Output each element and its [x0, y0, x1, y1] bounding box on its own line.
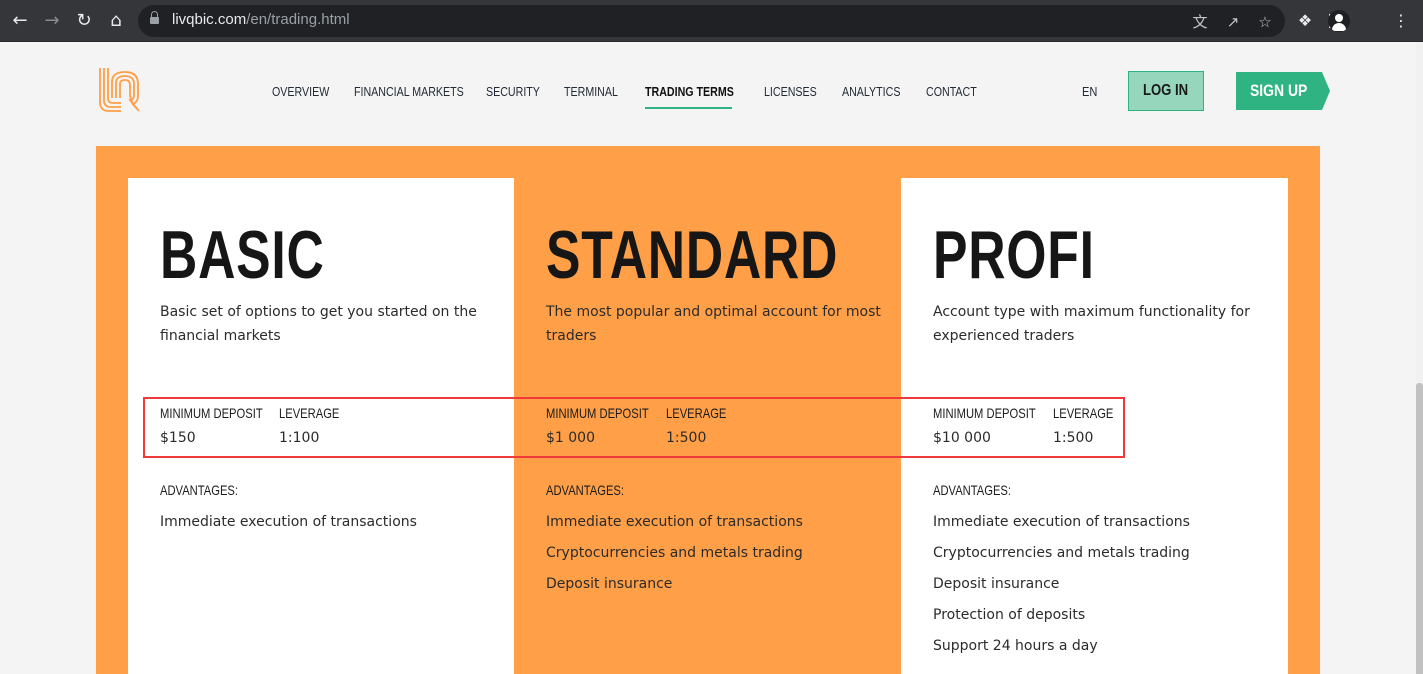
login-button[interactable]: LOG IN	[1128, 71, 1204, 111]
min-deposit-label: MINIMUM DEPOSIT	[160, 405, 263, 421]
plan-card-profi: PROFI Account type with maximum function…	[901, 178, 1288, 674]
leverage-value: 1:100	[279, 430, 320, 446]
min-deposit-value: $10 000	[933, 430, 991, 446]
signup-label: SIGN UP	[1250, 81, 1308, 100]
reload-button[interactable]: ↻	[72, 9, 96, 33]
min-deposit-label: MINIMUM DEPOSIT	[933, 405, 1036, 421]
url-text[interactable]: livqbic.com/en/trading.html	[172, 11, 350, 28]
advantage-item: Protection of deposits	[933, 607, 1086, 623]
advantage-item: Immediate execution of transactions	[546, 514, 803, 530]
nav-licenses[interactable]: LICENSES	[764, 84, 817, 99]
browser-toolbar: ← → ↻ ⌂ livqbic.com/en/trading.html 文 ↗ …	[0, 0, 1423, 42]
leverage-value: 1:500	[1053, 430, 1094, 446]
nav-trading-terms[interactable]: TRADING TERMS	[645, 84, 734, 99]
nav-security[interactable]: SECURITY	[486, 84, 540, 99]
home-icon: ⌂	[110, 10, 122, 31]
advantages-label: ADVANTAGES:	[546, 482, 625, 498]
plan-title: BASIC	[160, 217, 325, 293]
advantage-item: Deposit insurance	[933, 576, 1060, 592]
advantages-label: ADVANTAGES:	[160, 482, 239, 498]
translate-icon[interactable]: 文	[1191, 13, 1209, 31]
back-button[interactable]: ←	[8, 9, 32, 33]
scrollbar-thumb[interactable]	[1416, 383, 1423, 674]
min-deposit-value: $150	[160, 430, 196, 446]
leverage-label: LEVERAGE	[279, 405, 340, 421]
advantage-item: Cryptocurrencies and metals trading	[546, 545, 803, 561]
home-button[interactable]: ⌂	[104, 9, 128, 33]
nav-contact[interactable]: CONTACT	[926, 84, 977, 99]
forward-button[interactable]: →	[40, 9, 64, 33]
lock-icon[interactable]	[150, 11, 159, 26]
advantage-item: Immediate execution of transactions	[933, 514, 1190, 530]
plan-description: Account type with maximum functionality …	[933, 304, 1250, 344]
advantage-item: Cryptocurrencies and metals trading	[933, 545, 1190, 561]
advantage-item: Support 24 hours a day	[933, 638, 1098, 654]
logo-icon	[99, 68, 140, 112]
leverage-value: 1:500	[666, 430, 707, 446]
min-deposit-label: MINIMUM DEPOSIT	[546, 405, 649, 421]
login-label: LOG IN	[1143, 82, 1189, 99]
advantages-list: Immediate execution of transactions	[160, 512, 417, 543]
profile-icon[interactable]	[1328, 10, 1350, 32]
star-icon[interactable]: ☆	[1256, 13, 1274, 31]
advantage-item: Immediate execution of transactions	[160, 514, 417, 530]
plan-title: STANDARD	[546, 217, 839, 293]
leverage-label: LEVERAGE	[666, 405, 727, 421]
plan-description: Basic set of options to get you started …	[160, 304, 477, 344]
nav-financial-markets[interactable]: FINANCIAL MARKETS	[354, 84, 464, 99]
signup-button[interactable]: SIGN UP	[1236, 72, 1330, 110]
plan-card-basic: BASIC Basic set of options to get you st…	[128, 178, 514, 674]
nav-terminal[interactable]: TERMINAL	[564, 84, 618, 99]
nav-analytics[interactable]: ANALYTICS	[842, 84, 900, 99]
advantages-list: Immediate execution of transactions Cryp…	[933, 512, 1190, 667]
plan-card-standard: STANDARD The most popular and optimal ac…	[514, 178, 901, 674]
language-selector[interactable]: EN	[1082, 84, 1097, 99]
nav-overview[interactable]: OVERVIEW	[272, 84, 329, 99]
reload-icon: ↻	[76, 10, 92, 31]
share-icon[interactable]: ↗	[1224, 13, 1242, 31]
advantages-label: ADVANTAGES:	[933, 482, 1012, 498]
arrow-left-icon: ←	[12, 10, 28, 31]
url-path: /en/trading.html	[246, 11, 350, 28]
site-logo[interactable]	[97, 66, 143, 114]
advantages-list: Immediate execution of transactions Cryp…	[546, 512, 803, 605]
advantage-item: Deposit insurance	[546, 576, 673, 592]
arrow-right-icon: →	[44, 10, 60, 31]
active-nav-indicator	[645, 107, 732, 109]
min-deposit-value: $1 000	[546, 430, 595, 446]
address-bar[interactable]: livqbic.com/en/trading.html 文 ↗ ☆	[138, 5, 1285, 37]
puzzle-icon[interactable]: ❖	[1294, 10, 1316, 32]
kebab-menu-icon[interactable]: ⋮	[1390, 10, 1412, 32]
plan-title: PROFI	[933, 217, 1095, 293]
plan-description: The most popular and optimal account for…	[546, 304, 881, 344]
url-host: livqbic.com	[172, 11, 247, 28]
leverage-label: LEVERAGE	[1053, 405, 1114, 421]
